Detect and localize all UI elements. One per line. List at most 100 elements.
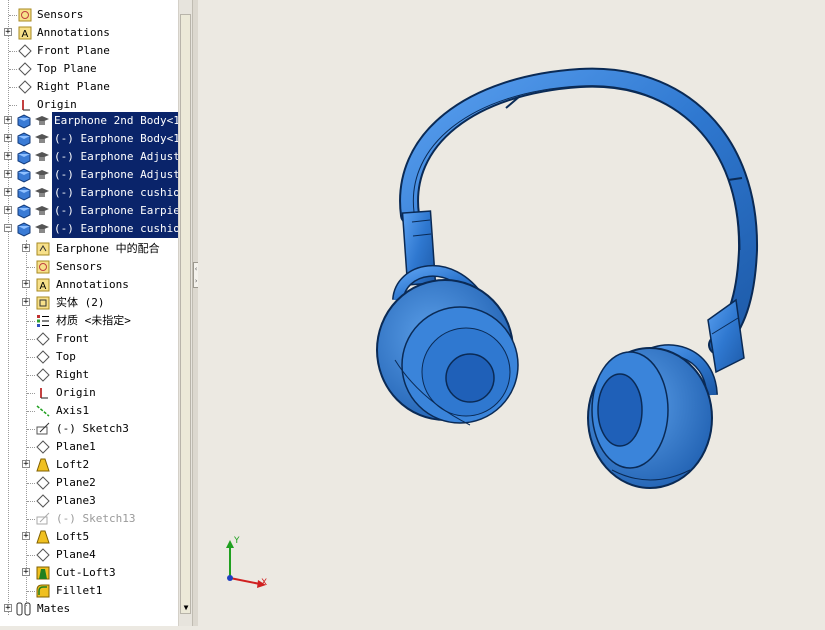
expand-icon[interactable]: + [22,460,30,469]
tree-item-component-expanded[interactable]: − (-) Earphone cushion [0,220,178,238]
tree-item-label: Plane3 [56,494,96,507]
tree-item-label: Sensors [37,8,84,21]
expand-icon[interactable]: + [4,188,12,197]
expand-icon[interactable]: + [4,206,12,215]
tree-item-sensors[interactable]: Sensors [0,6,178,24]
expand-icon[interactable]: + [4,152,12,161]
plane-icon [17,43,33,59]
tree-item-label: Sensors [56,260,103,273]
tree-item-label: 实体 (2) [56,296,105,309]
tree-item-top-plane[interactable]: Top Plane [0,60,178,78]
feature-manager-tree: Sensors + A Annotations Front Plane Top … [0,0,178,626]
expand-icon[interactable]: + [22,532,30,541]
tree-scrollbar[interactable]: ▼ [178,0,193,626]
tree-item-mates[interactable]: + Mates [0,600,178,618]
expand-icon[interactable]: + [22,568,30,577]
svg-text:A: A [40,281,47,292]
solid-bodies-folder-icon [35,295,51,311]
expand-icon[interactable]: + [4,134,12,143]
mortarboard-icon [34,149,50,165]
tree-item-label: Annotations [37,26,110,39]
view-triad: Y X [220,536,270,590]
part-component-icon [16,185,32,201]
fillet-icon [35,583,51,599]
tree-item-fillet[interactable]: Fillet1 [0,582,178,600]
triad-x-label: X [261,578,268,588]
tree-item-label: (-) Earphone Adjusta [52,166,178,184]
tree-item-component[interactable]: + (-) Earphone Adjusta [0,148,178,166]
expand-icon[interactable]: + [22,244,30,253]
expand-icon[interactable]: + [4,170,12,179]
tree-item-label: Cut-Loft3 [56,566,116,579]
mates-folder-icon [35,241,51,257]
collapse-icon[interactable]: − [4,224,12,233]
tree-item-plane[interactable]: Plane4 [0,546,178,564]
tree-item-label: Front [56,332,90,345]
tree-item-label: Annotations [56,278,129,291]
tree-item-component[interactable]: + (-) Earphone Adjusta [0,166,178,184]
scrollbar-thumb[interactable] [180,14,191,614]
tree-item-front-plane[interactable]: Front Plane [0,42,178,60]
tree-item-mates-group[interactable]: + Earphone 中的配合 [0,240,178,258]
plane-icon [35,547,51,563]
mortarboard-icon [34,167,50,183]
material-icon [35,313,51,329]
tree-item-component[interactable]: + (-) Earphone cushion [0,184,178,202]
tree-item-label: Front Plane [37,44,110,57]
annotations-icon: A [35,277,51,293]
tree-item-plane[interactable]: Plane1 [0,438,178,456]
tree-item-label: 材质 <未指定> [56,314,131,327]
tree-item-loft[interactable]: + Loft5 [0,528,178,546]
plane-icon [35,349,51,365]
tree-item-label: Plane2 [56,476,96,489]
headphone-model[interactable] [198,0,825,626]
tree-item-annotations[interactable]: + A Annotations [0,24,178,42]
expand-icon[interactable]: + [4,28,12,37]
origin-icon [17,97,33,113]
tree-item-label: (-) Earphone Body<1> [52,130,178,148]
tree-item-label: Earphone 中的配合 [56,242,160,255]
expand-icon[interactable]: + [22,298,30,307]
tree-item-annotations[interactable]: + A Annotations [0,276,178,294]
scroll-down-arrow-icon[interactable]: ▼ [179,601,193,615]
tree-item-label: Plane4 [56,548,96,561]
tree-item-component[interactable]: + (-) Earphone Earpiec [0,202,178,220]
tree-item-solid-bodies[interactable]: + 实体 (2) [0,294,178,312]
tree-item-label: Earphone 2nd Body<1> [52,112,178,130]
mortarboard-icon [34,203,50,219]
plane-icon [35,439,51,455]
tree-item-right[interactable]: Right [0,366,178,384]
tree-item-label: Plane1 [56,440,96,453]
tree-item-label: Fillet1 [56,584,103,597]
tree-item-front[interactable]: Front [0,330,178,348]
expand-icon[interactable]: + [4,116,12,125]
expand-icon[interactable]: + [22,280,30,289]
tree-item-loft[interactable]: + Loft2 [0,456,178,474]
plane-icon [35,367,51,383]
sensors-icon [17,7,33,23]
plane-icon [17,79,33,95]
tree-item-origin[interactable]: Origin [0,384,178,402]
tree-item-plane[interactable]: Plane2 [0,474,178,492]
tree-item-component[interactable]: + Earphone 2nd Body<1> [0,112,178,130]
tree-item-sensors[interactable]: Sensors [0,258,178,276]
tree-item-label: (-) Earphone cushion [52,184,178,202]
triad-y-label: Y [234,536,240,546]
tree-item-label: Loft5 [56,530,90,543]
mortarboard-icon [34,185,50,201]
expand-icon[interactable]: + [4,604,12,613]
tree-item-axis[interactable]: Axis1 [0,402,178,420]
tree-item-right-plane[interactable]: Right Plane [0,78,178,96]
svg-text:A: A [22,29,29,40]
tree-item-sketch[interactable]: (-) Sketch3 [0,420,178,438]
tree-item-component[interactable]: + (-) Earphone Body<1> [0,130,178,148]
tree-item-plane[interactable]: Plane3 [0,492,178,510]
graphics-viewport[interactable]: Y X [198,0,825,626]
tree-item-label: Loft2 [56,458,90,471]
tree-item-label: (-) Earphone Adjusta [52,148,178,166]
tree-item-cut-loft[interactable]: + Cut-Loft3 [0,564,178,582]
tree-item-sketch-suppressed[interactable]: (-) Sketch13 [0,510,178,528]
tree-item-top[interactable]: Top [0,348,178,366]
plane-icon [35,493,51,509]
tree-item-material[interactable]: 材质 <未指定> [0,312,178,330]
